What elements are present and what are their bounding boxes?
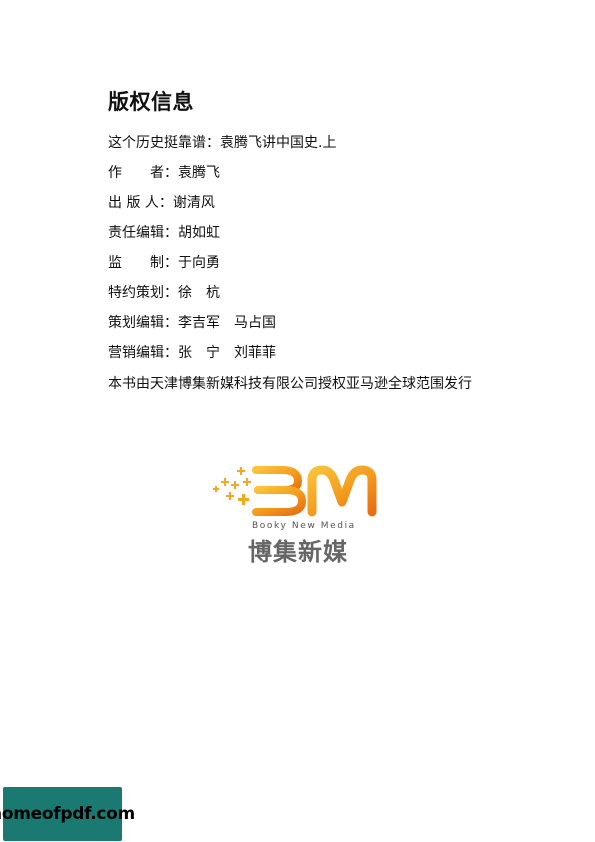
- bm-letters: [252, 465, 377, 517]
- watermark-badge[interactable]: homeofpdf.com: [0, 787, 135, 841]
- responsible-editor-line: 责任编辑：胡如虹: [108, 225, 220, 241]
- page-title: 版权信息: [108, 90, 194, 114]
- marketing-editor-line: 营销编辑：张 宁 刘菲菲: [108, 345, 276, 361]
- special-planner-line: 特约策划：徐 杭: [108, 285, 220, 301]
- logo-tagline: Booky New Media: [252, 521, 356, 531]
- publisher-logo: Booky New Media 博集新媒: [212, 462, 380, 566]
- distribution-notice: 本书由天津博集新媒科技有限公司授权亚马逊全球范围发行: [108, 376, 472, 392]
- planning-editor-line: 策划编辑：李吉军 马占国: [108, 315, 276, 331]
- book-title-line: 这个历史挺靠谱：袁腾飞讲中国史.上: [108, 135, 337, 151]
- supervisor-line: 监 制：于向勇: [108, 255, 220, 271]
- copyright-info-list: 这个历史挺靠谱：袁腾飞讲中国史.上 作 者：袁腾飞 出 版 人：谢清风 责任编辑…: [108, 132, 498, 372]
- publisher-line: 出 版 人：谢清风: [108, 195, 215, 211]
- author-line: 作 者：袁腾飞: [108, 165, 220, 181]
- sparkle-plus-icons: [213, 467, 251, 505]
- watermark-text: homeofpdf.com: [0, 804, 135, 824]
- logo-chinese-name: 博集新媒: [248, 538, 348, 566]
